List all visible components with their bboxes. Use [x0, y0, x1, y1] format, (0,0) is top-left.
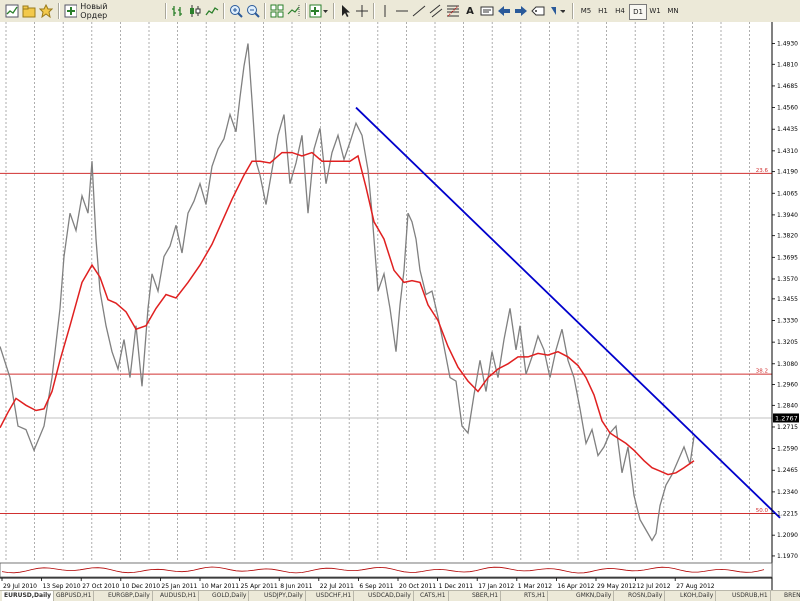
trendline-icon[interactable] [411, 3, 427, 19]
time-tick-label: 27 Aug 2012 [676, 583, 715, 590]
time-tick-label: 29 Jul 2010 [3, 583, 37, 590]
price-tick-label: 1.2340 [777, 489, 798, 496]
price-tick-label: 1.3695 [777, 254, 798, 261]
current-price-marker: 1.2767 [773, 413, 799, 423]
indicator-subwindow[interactable] [0, 562, 773, 578]
chart-shift-icon[interactable] [286, 3, 302, 19]
price-tick-label: 1.2840 [777, 402, 798, 409]
time-tick-label: 17 Jan 2012 [478, 583, 514, 590]
current-price-label: 1.2767 [775, 414, 798, 422]
timeframe-d1[interactable]: D1 [629, 4, 647, 20]
time-tick-label: 1 Dec 2011 [439, 583, 474, 590]
time-tick-label: 25 Apr 2011 [241, 583, 278, 590]
price-tick-label: 1.4685 [777, 83, 798, 90]
price-tick-label: 1.2215 [777, 511, 798, 518]
price-tick-label: 1.3205 [777, 339, 798, 346]
price-label-icon[interactable] [530, 3, 546, 19]
fib-level-label: 23.6 [756, 168, 769, 174]
time-tick-label: 29 May 2012 [597, 583, 636, 590]
chart-tabs: EURUSD,Daily GBPUSD,H1 EURGBP,Daily AUDUSD,… [0, 590, 800, 601]
indicators-icon [309, 4, 328, 18]
price-tick-label: 1.4310 [777, 148, 798, 155]
price-tick-label: 1.4560 [777, 105, 798, 112]
price-tick-label: 1.2465 [777, 467, 798, 474]
line-chart-icon[interactable] [204, 3, 220, 19]
timeframe-m5[interactable]: M5 [578, 4, 594, 18]
price-tick-label: 1.3330 [777, 318, 798, 325]
time-tick-label: 20 Oct 2011 [399, 583, 436, 590]
new-order-button[interactable]: Новый Ордер [64, 2, 134, 20]
price-tick-label: 1.3455 [777, 296, 798, 303]
favorites-icon[interactable] [38, 3, 54, 19]
time-tick-label: 13 Sep 2010 [43, 583, 81, 590]
price-tick-label: 1.4810 [777, 61, 798, 68]
more-tools-icon[interactable] [549, 3, 565, 19]
timeframe-w1[interactable]: W1 [647, 4, 663, 18]
new-order-icon [64, 4, 78, 18]
cursor-icon[interactable] [337, 3, 353, 19]
time-tick-label: 25 Jan 2011 [161, 583, 197, 590]
time-tick-label: 6 Sep 2011 [359, 583, 393, 590]
price-tick-label: 1.4065 [777, 190, 798, 197]
tile-windows-icon[interactable] [269, 3, 285, 19]
time-tick-label: 16 Apr 2012 [557, 583, 594, 590]
profiles-icon[interactable] [21, 3, 37, 19]
time-tick-label: 10 Mar 2011 [201, 583, 239, 590]
zoom-in-icon[interactable] [228, 3, 244, 19]
price-tick-label: 1.4435 [777, 126, 798, 133]
price-tick-label: 1.3570 [777, 276, 798, 283]
price-chart[interactable]: 23.6 38.2 50.0 1.4930 1.4810 1.4685 1.4560 1.4… [0, 22, 800, 600]
arrow-tool-icon[interactable] [496, 3, 512, 19]
price-tick-label: 1.3940 [777, 212, 798, 219]
price-tick-label: 1.3080 [777, 361, 798, 368]
equidistant-channel-icon[interactable] [428, 3, 444, 19]
new-chart-icon[interactable] [4, 3, 20, 19]
horizontal-line-icon[interactable] [394, 3, 410, 19]
crosshair-icon[interactable] [354, 3, 370, 19]
timeframe-h1[interactable]: H1 [595, 4, 611, 18]
timeframe-mn[interactable]: MN [664, 4, 682, 18]
price-tick-label: 1.2590 [777, 446, 798, 453]
price-tick-label: 1.4930 [777, 41, 798, 48]
fib-level-label: 50.0 [756, 508, 769, 514]
toolbar: Новый Ордер A M5 H1 H4 D1 W1 MN [0, 0, 800, 23]
fibonacci-icon[interactable] [445, 3, 461, 19]
indicators-button[interactable] [309, 3, 329, 19]
time-tick-label: 12 Jul 2012 [637, 583, 671, 590]
text-tool-button[interactable]: A [462, 3, 478, 19]
time-tick-label: 1 Mar 2012 [518, 583, 552, 590]
text-label-icon[interactable] [479, 3, 495, 19]
price-tick-label: 1.2090 [777, 532, 798, 539]
new-order-label: Новый Ордер [80, 2, 108, 20]
time-tick-label: 10 Dec 2010 [122, 583, 161, 590]
time-tick-label: 8 Jun 2011 [280, 583, 312, 590]
price-tick-label: 1.4190 [777, 169, 798, 176]
vertical-line-icon[interactable] [377, 3, 393, 19]
bar-chart-icon[interactable] [170, 3, 186, 19]
price-tick-label: 1.2715 [777, 424, 798, 431]
arrow-tool-alt-icon[interactable] [513, 3, 529, 19]
timeframe-h4[interactable]: H4 [612, 4, 628, 18]
price-tick-label: 1.1970 [777, 553, 798, 560]
time-tick-label: 22 Jul 2011 [320, 583, 354, 590]
zoom-out-icon[interactable] [245, 3, 261, 19]
price-tick-label: 1.3820 [777, 233, 798, 240]
fib-level-label: 38.2 [756, 369, 768, 375]
price-tick-label: 1.2960 [777, 382, 798, 389]
time-tick-label: 27 Oct 2010 [82, 583, 119, 590]
candlestick-icon[interactable] [187, 3, 203, 19]
